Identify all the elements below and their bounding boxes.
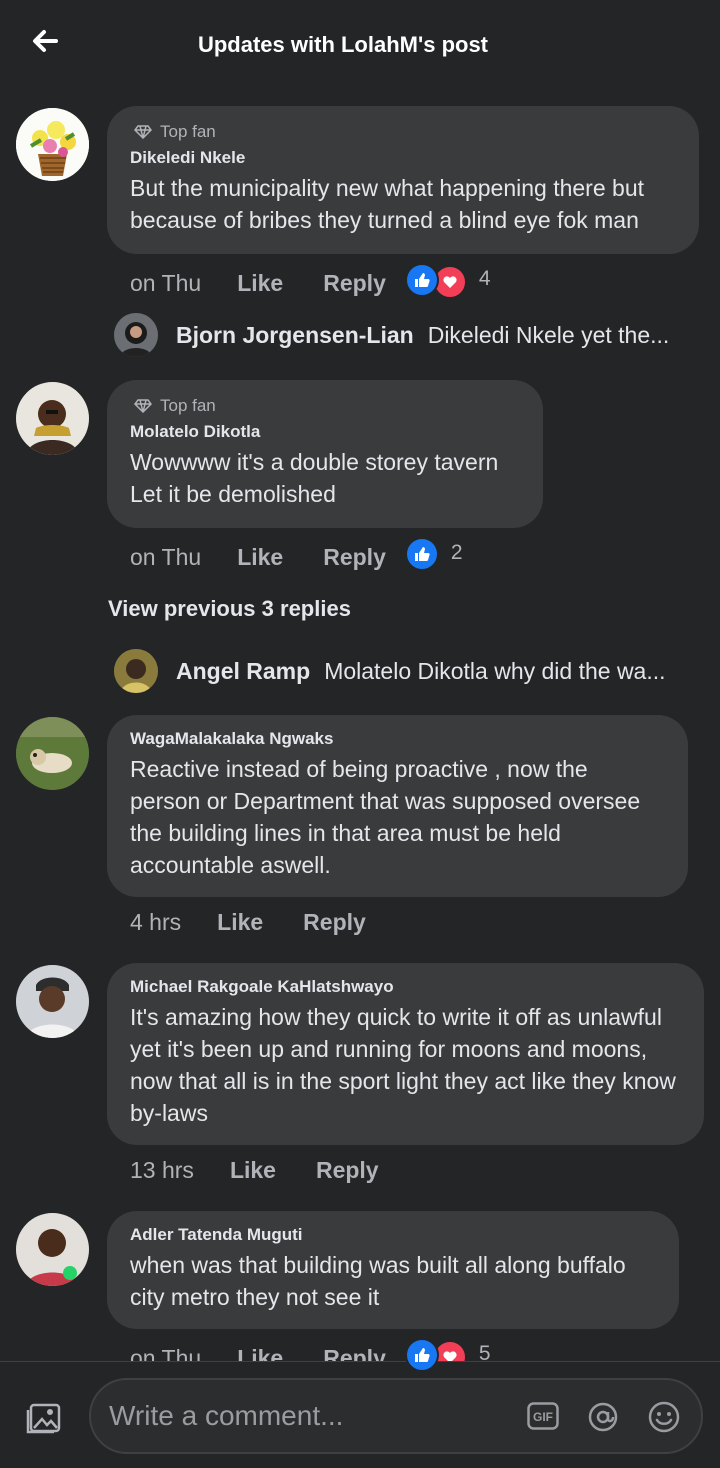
comment-bubble[interactable]: Michael Rakgoale KaHlatshwayo It's amazi… <box>107 963 704 1145</box>
svg-text:GIF: GIF <box>533 1410 553 1424</box>
like-reaction-icon <box>404 263 439 297</box>
avatar[interactable] <box>16 717 89 790</box>
comment-text: Wowwww it's a double storey tavern Let i… <box>130 449 499 507</box>
reactions[interactable]: 2 <box>404 537 463 574</box>
comment-bubble[interactable]: Adler Tatenda Muguti when was that build… <box>107 1211 679 1329</box>
reply-button[interactable]: Reply <box>303 909 366 936</box>
comment-actions: 4 hrs Like Reply <box>130 909 406 936</box>
reply-preview[interactable]: Bjorn Jorgensen-Lian Dikeledi Nkele yet … <box>114 313 704 357</box>
comment-text: when was that building was built all alo… <box>130 1252 626 1310</box>
mention-icon[interactable] <box>587 1401 619 1433</box>
comment-composer: Write a comment... GIF <box>0 1361 720 1468</box>
reply-button[interactable]: Reply <box>316 1157 379 1184</box>
avatar[interactable] <box>16 382 89 455</box>
comment-time[interactable]: 13 hrs <box>130 1157 194 1184</box>
comment-author[interactable]: Dikeledi Nkele <box>130 148 675 168</box>
comment-text: But the municipality new what happening … <box>130 175 644 233</box>
comment-bubble[interactable]: Top fan Dikeledi Nkele But the municipal… <box>107 106 699 254</box>
like-button[interactable]: Like <box>230 1157 276 1184</box>
avatar[interactable] <box>114 649 158 693</box>
header: Updates with LolahM's post <box>0 0 720 90</box>
top-fan-label: Top fan <box>160 396 216 415</box>
comment-actions: on Thu Like Reply 4 <box>130 263 491 300</box>
avatar[interactable] <box>16 1213 89 1286</box>
comment-input[interactable]: Write a comment... GIF <box>89 1378 703 1454</box>
photo-icon[interactable] <box>26 1400 64 1436</box>
comment-time[interactable]: 4 hrs <box>130 909 181 936</box>
top-fan-badge: Top fan <box>134 122 675 142</box>
reply-button[interactable]: Reply <box>323 544 386 571</box>
reaction-count: 4 <box>478 267 491 290</box>
reply-author[interactable]: Bjorn Jorgensen-Lian <box>176 322 414 349</box>
avatar[interactable] <box>16 965 89 1038</box>
like-button[interactable]: Like <box>237 544 283 571</box>
like-button[interactable]: Like <box>217 909 263 936</box>
page-title: Updates with LolahM's post <box>197 32 489 57</box>
avatar[interactable] <box>16 108 89 181</box>
comment-author[interactable]: WagaMalakalaka Ngwaks <box>130 729 664 749</box>
comment-actions: 13 hrs Like Reply <box>130 1157 419 1184</box>
reply-text: Dikeledi Nkele yet the... <box>427 321 670 348</box>
gif-icon[interactable]: GIF <box>527 1402 559 1430</box>
comment-input-placeholder: Write a comment... <box>109 1400 344 1431</box>
comment-bubble[interactable]: Top fan Molatelo Dikotla Wowwww it's a d… <box>107 380 543 528</box>
like-reaction-icon <box>404 537 439 571</box>
comment-author[interactable]: Molatelo Dikotla <box>130 422 519 442</box>
comment-time[interactable]: on Thu <box>130 270 201 297</box>
diamond-icon <box>134 399 152 413</box>
comment-actions: on Thu Like Reply 2 <box>130 537 463 574</box>
comment-text: Reactive instead of being proactive , no… <box>130 756 641 878</box>
like-reaction-icon <box>404 1338 439 1372</box>
top-fan-badge: Top fan <box>134 396 519 416</box>
reply-text: Molatelo Dikotla why did the wa... <box>324 657 666 684</box>
comment-text: It's amazing how they quick to write it … <box>130 1004 676 1126</box>
reactions[interactable]: 4 <box>404 263 491 300</box>
like-button[interactable]: Like <box>237 270 283 297</box>
comment-author[interactable]: Michael Rakgoale KaHlatshwayo <box>130 977 680 997</box>
reply-author[interactable]: Angel Ramp <box>176 658 310 685</box>
comment-time[interactable]: on Thu <box>130 544 201 571</box>
comment-bubble[interactable]: WagaMalakalaka Ngwaks Reactive instead o… <box>107 715 688 897</box>
reply-button[interactable]: Reply <box>323 270 386 297</box>
view-previous-replies-link[interactable]: View previous 3 replies <box>108 596 351 622</box>
emoji-icon[interactable] <box>647 1400 681 1434</box>
reaction-count: 2 <box>450 541 463 564</box>
top-fan-label: Top fan <box>160 122 216 141</box>
avatar[interactable] <box>114 313 158 357</box>
reply-preview[interactable]: Angel Ramp Molatelo Dikotla why did the … <box>114 649 704 693</box>
comment-author[interactable]: Adler Tatenda Muguti <box>130 1225 655 1245</box>
diamond-icon <box>134 125 152 139</box>
